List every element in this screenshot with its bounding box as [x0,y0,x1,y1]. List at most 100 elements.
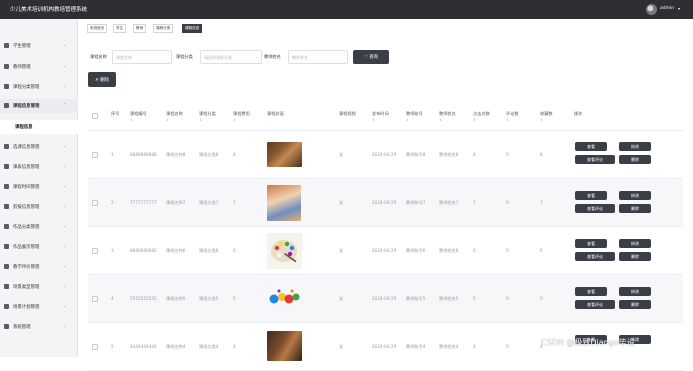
row-checkbox[interactable] [92,248,98,254]
course-cover-image[interactable] [267,142,302,167]
cell-clicks: 6 [473,248,476,253]
table-row: 3 6666666666 课程名称6 课程分类6 6 无 2024-04-29 … [88,227,683,275]
cell-fee: 7 [233,200,236,205]
cell-account: 教师账号4 [406,344,426,349]
tab-home[interactable]: 系统首页 [87,24,108,33]
sidebar-item-course-time[interactable]: 课程时间管理 ⌄ [0,180,78,194]
chevron-down-icon: ⌄ [63,83,67,88]
view-comments-button[interactable]: 查看评论 [575,300,615,309]
row-checkbox[interactable] [92,344,98,350]
tab-students[interactable]: 学生 [113,24,127,33]
sidebar-item-system[interactable]: 系统管理 ⌄ [0,320,78,334]
view-comments-button[interactable]: 查看评论 [575,155,615,164]
column-header[interactable]: 课程分类 ⇕ [199,111,216,122]
sort-icon[interactable]: ⇕ [406,118,423,122]
sort-icon[interactable]: ⇕ [439,118,456,122]
edit-button[interactable]: 修改 [619,142,651,151]
chevron-down-icon: ⌄ [63,243,67,248]
sidebar-item-label: 选课信息管理 [13,145,40,150]
column-header[interactable]: 教师姓名 ⇕ [439,111,456,122]
tab-course-category[interactable]: 课程分类 [153,24,174,33]
delete-row-button[interactable]: 删除 [619,300,651,309]
search-button[interactable]: ♡ 查询 [353,50,389,64]
cell-name: 课程名称8 [166,152,186,157]
delete-row-button[interactable]: 删除 [619,252,651,261]
course-cover-image[interactable] [267,185,301,221]
sidebar-item-clippings[interactable]: 剪报信息管理 ⌄ [0,200,78,214]
cell-clicks: 4 [473,344,476,349]
sidebar-item-course-info[interactable]: 课程信息管理 ⌃ [0,99,78,113]
cell-name: 课程名称4 [166,344,186,349]
column-header-label: 发布时间 [372,111,389,116]
sort-icon[interactable]: ⇕ [473,118,490,122]
row-checkbox[interactable] [92,152,98,158]
row-checkbox[interactable] [92,296,98,302]
sort-icon[interactable]: ⇕ [130,118,147,122]
column-header[interactable]: 点击次数 ⇕ [473,111,490,122]
select-all-checkbox[interactable] [92,113,98,119]
chevron-down-icon: ⌄ [63,143,67,148]
edit-button[interactable]: 修改 [619,239,651,248]
sidebar-item-scene-type[interactable]: 场景类型管理 ⌄ [0,280,78,294]
sort-icon[interactable]: ⇕ [166,118,183,122]
sidebar-item-teachers[interactable]: 教师管理 ⌄ [0,60,78,74]
teacher-name-input[interactable]: 教师姓名 [288,50,348,64]
chevron-down-icon: ⌄ [63,303,67,308]
chevron-down-icon: ⌄ [63,263,67,268]
sidebar-item-enrollment[interactable]: 选课信息管理 ⌄ [0,140,78,154]
sort-icon[interactable]: ⇕ [372,118,389,122]
view-button[interactable]: 查看 [575,191,607,200]
sidebar-item-work-category[interactable]: 作品分类管理 ⌄ [0,220,78,234]
column-header[interactable]: 发布时间 ⇕ [372,111,389,122]
row-checkbox[interactable] [92,200,98,206]
column-header[interactable]: 评论数 ⇕ [506,111,519,122]
username[interactable]: admin [660,6,674,11]
chevron-down-icon: ⌄ [63,183,67,188]
course-cover-image[interactable] [267,287,302,309]
column-header[interactable]: 课程费用 ⇕ [233,111,250,122]
sort-icon[interactable]: ⇕ [199,118,216,122]
column-header[interactable]: 教师账号 ⇕ [406,111,423,122]
view-comments-button[interactable]: 查看评论 [575,252,615,261]
tab-course-info[interactable]: 课程信息 [182,24,203,33]
view-button[interactable]: 查看 [575,239,607,248]
cell-code: 4444444444 [130,344,157,349]
column-header[interactable]: 课程名称 ⇕ [166,111,183,122]
chevron-down-icon[interactable]: ▾ [678,6,680,11]
view-button[interactable]: 查看 [575,287,607,296]
sort-icon[interactable]: ⇕ [506,118,519,122]
view-comments-button[interactable]: 查看评论 [575,204,615,213]
sidebar-item-label: 教学评价管理 [13,265,40,270]
sidebar-item-students[interactable]: 学生管理 ⌄ [0,39,78,53]
cell-video: 无 [339,344,344,349]
edit-button[interactable]: 修改 [619,287,651,296]
sidebar-item-work-showcase[interactable]: 作品展示管理 ⌄ [0,240,78,254]
course-name-input[interactable]: 课程名称 [112,50,172,64]
tab-teachers[interactable]: 教师 [133,24,147,33]
view-button[interactable]: 查看 [575,142,607,151]
column-header[interactable]: 课程编号 ⇕ [130,111,147,122]
sort-icon[interactable]: ⇕ [540,118,553,122]
delete-row-button[interactable]: 删除 [619,155,651,164]
cell-clicks: 8 [473,152,476,157]
delete-button[interactable]: ✕ 删除 [88,72,116,87]
table-row: 4 5555555555 课程名称5 课程分类5 5 无 2024-04-29 … [88,275,683,323]
sidebar-item-schedule[interactable]: 课表信息管理 ⌄ [0,160,78,174]
sidebar-subitem-course-info[interactable]: 课程信息 [0,120,78,134]
cell-index: 5 [111,344,114,349]
sidebar: 学生管理 ⌄ 教师管理 ⌄ 课程分类管理 ⌄ 课程信息管理 ⌃ 课程信息 选课信息管理 ⌄… [0,19,78,357]
avatar[interactable] [646,4,657,15]
sidebar-item-scene-plan[interactable]: 场景计划管理 ⌄ [0,300,78,314]
column-header: 课程封面 [267,111,284,116]
delete-row-button[interactable]: 删除 [619,204,651,213]
course-category-select[interactable]: 请选择课程分类 ⌄ [200,50,262,64]
course-cover-image[interactable] [267,233,302,269]
sidebar-item-course-category[interactable]: 课程分类管理 ⌄ [0,80,78,94]
chevron-down-icon: ⌄ [63,323,67,328]
sidebar-item-teaching-evaluation[interactable]: 教学评价管理 ⌄ [0,260,78,274]
sort-icon[interactable]: ⇕ [233,118,250,122]
cell-comments: 0 [506,152,509,157]
edit-button[interactable]: 修改 [619,191,651,200]
column-header[interactable]: 收藏数 ⇕ [540,111,553,122]
art-letters-icon [269,289,300,304]
